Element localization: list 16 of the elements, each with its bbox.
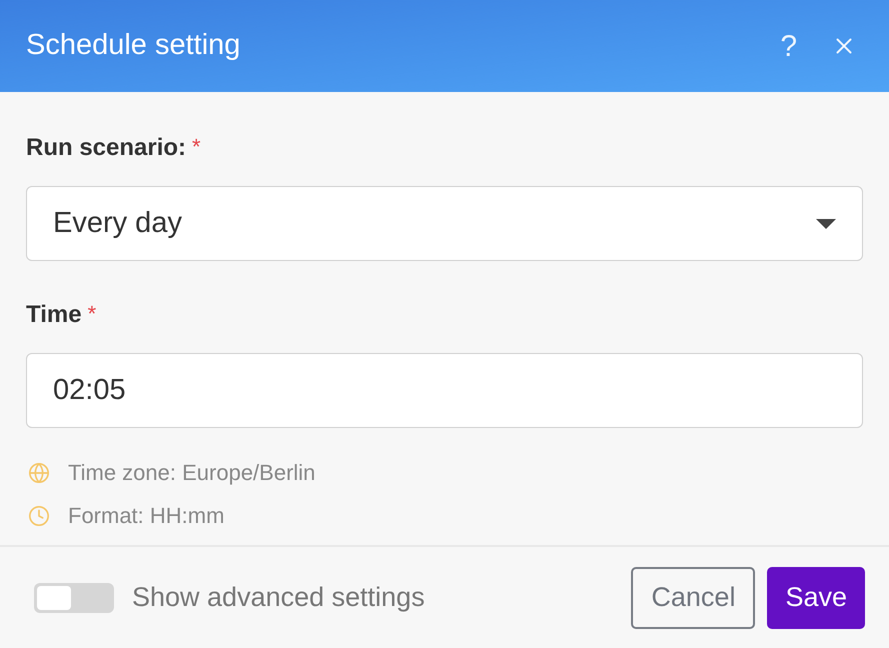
caret-icon	[816, 218, 836, 230]
required-mark: *	[192, 133, 201, 161]
scenario-select[interactable]: Every day	[26, 186, 863, 261]
globe-icon	[28, 462, 50, 484]
save-button[interactable]: Save	[767, 566, 865, 628]
clock-icon	[28, 504, 50, 526]
dialog-title: Schedule setting	[26, 28, 242, 64]
hint-text: Format: HH:mm	[68, 502, 224, 530]
required-mark: *	[88, 300, 96, 328]
advanced-toggle[interactable]	[34, 582, 114, 612]
field-label: Run scenario:	[26, 133, 186, 163]
hint-text: Time zone: Europe/Berlin	[68, 459, 316, 487]
cancel-button[interactable]: Cancel	[631, 566, 756, 628]
toggle-label: Show advanced settings	[132, 581, 426, 614]
time-field[interactable]: 02:05	[26, 353, 863, 428]
field-label: Time	[26, 300, 82, 330]
